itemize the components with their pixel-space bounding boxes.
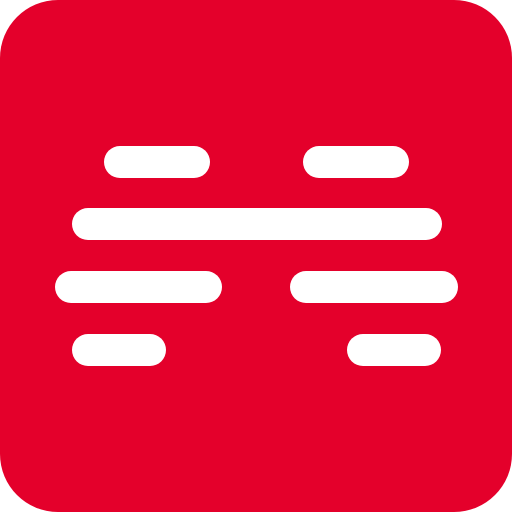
logo-bar-bottom-right: [347, 334, 441, 366]
app-logo-icon: [0, 0, 512, 512]
logo-bar-middle-wide: [72, 208, 442, 240]
logo-bar-lower-right: [290, 271, 458, 303]
logo-bar-top-left: [104, 146, 210, 178]
logo-bar-lower-left: [55, 271, 222, 303]
logo-bar-top-right: [303, 146, 409, 178]
logo-bar-bottom-left: [72, 334, 166, 366]
app-icon-background: [0, 0, 512, 512]
